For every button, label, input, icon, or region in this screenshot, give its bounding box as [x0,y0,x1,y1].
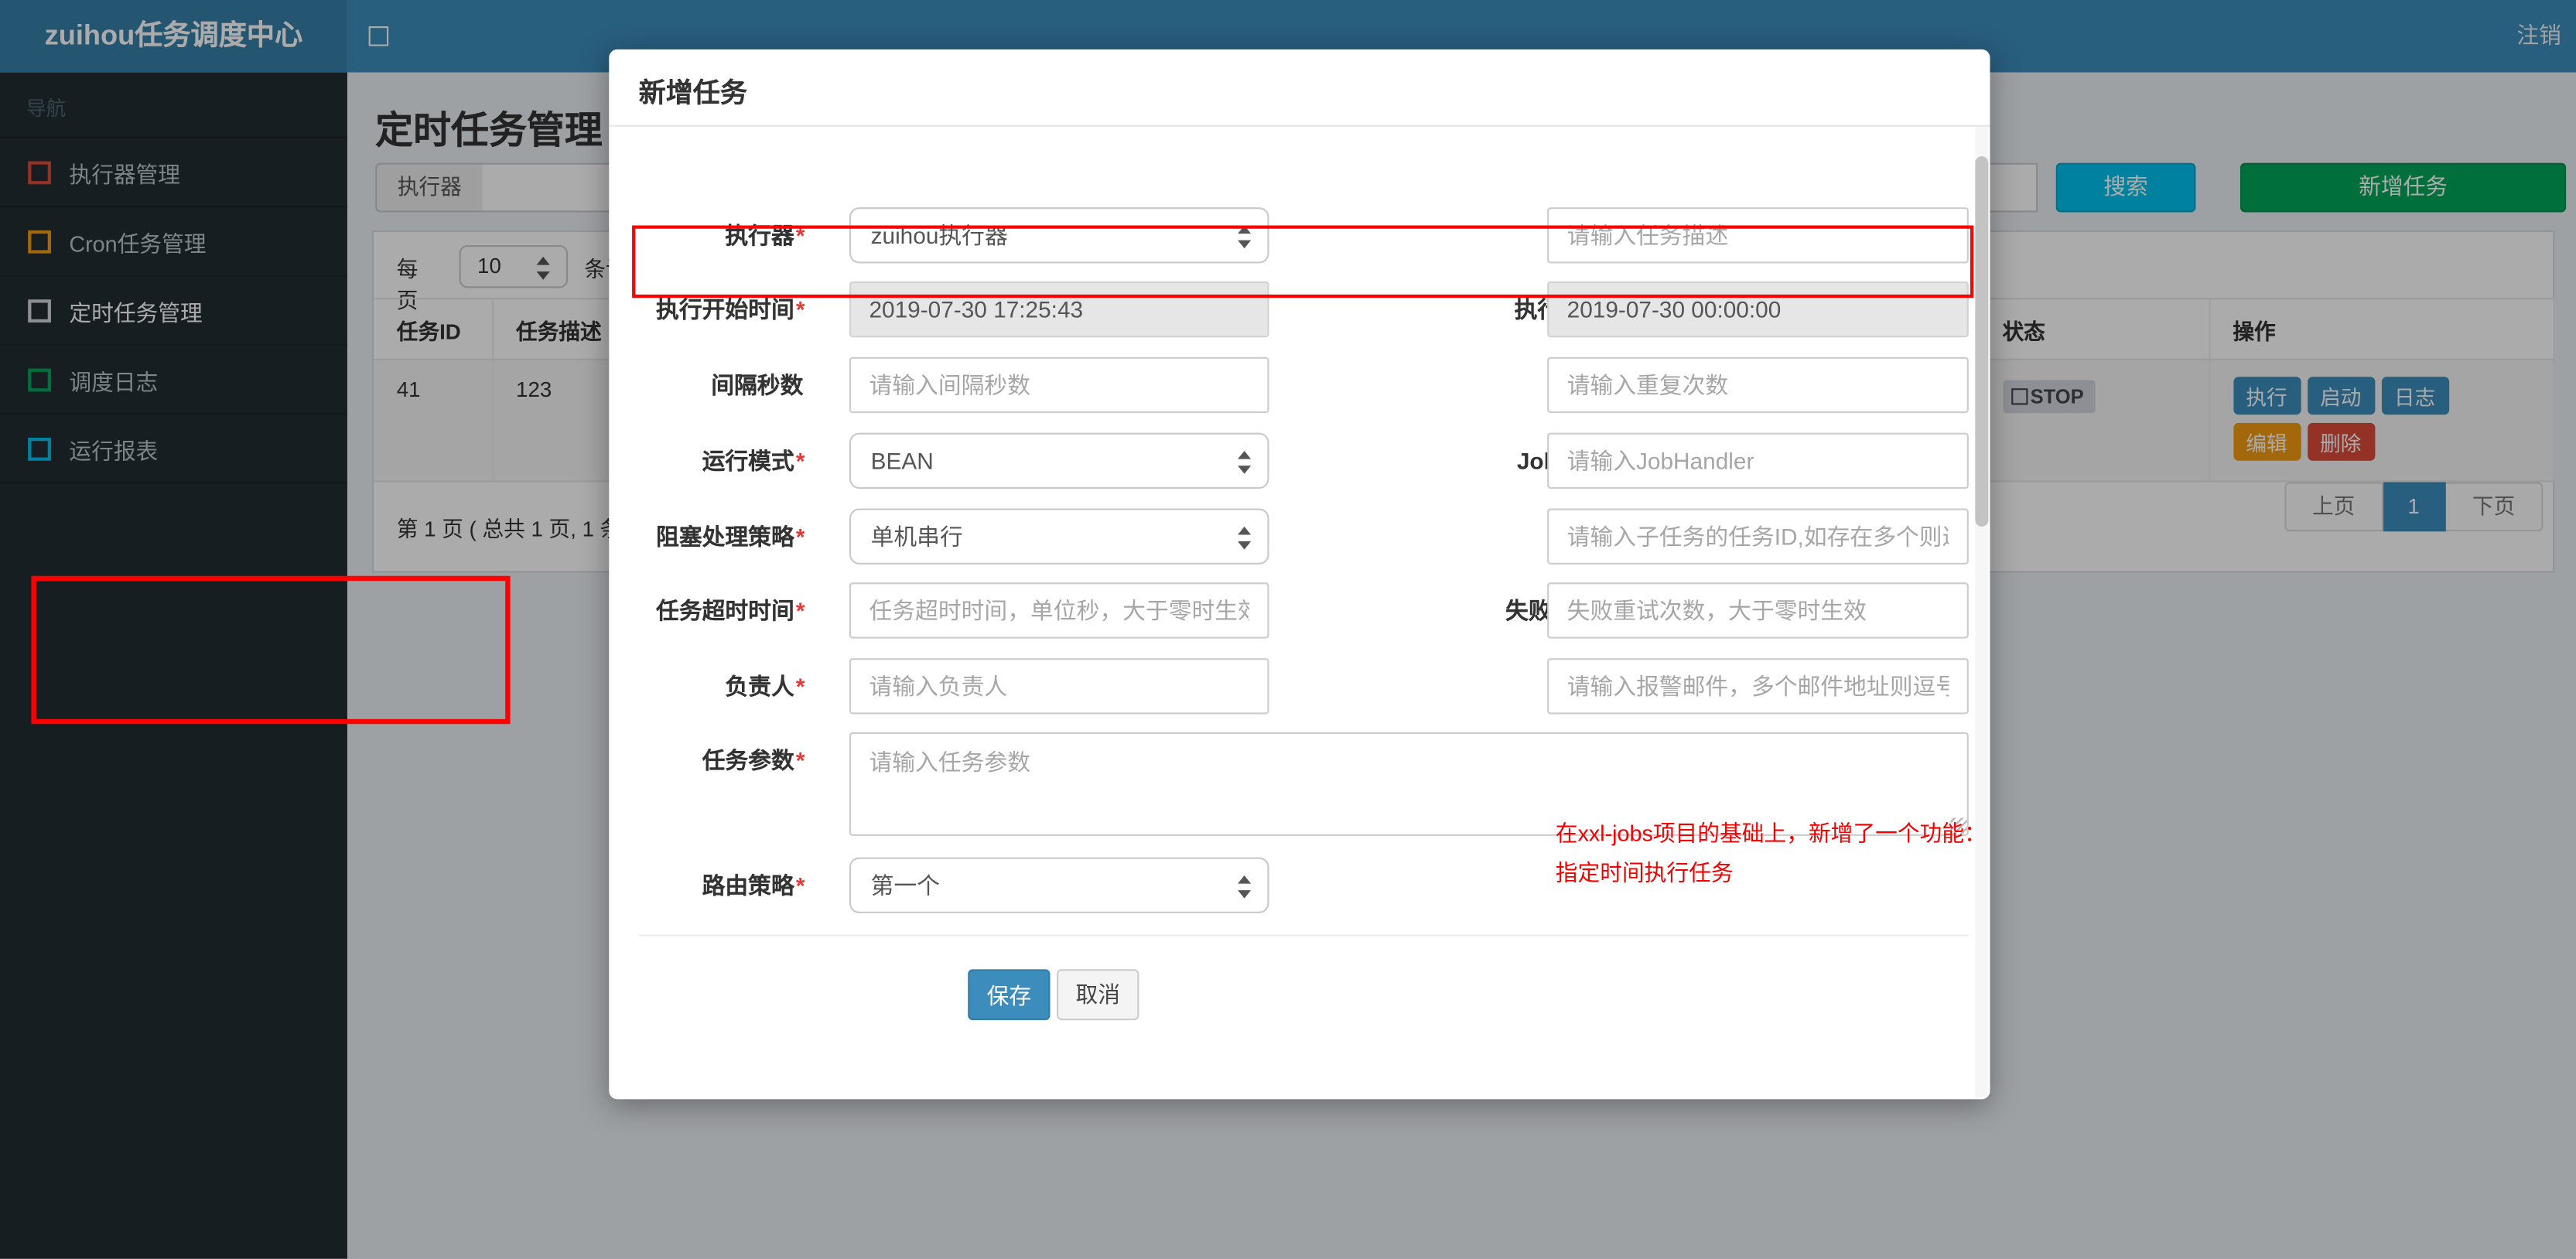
form-row-executor: 执行器* zuihou执行器 任务描述* [609,207,1990,264]
save-button[interactable]: 保存 [968,969,1051,1021]
end-time-field[interactable]: 2019-07-30 00:00:00 [1547,281,1969,338]
add-task-modal: 新增任务 执行器* zuihou执行器 任务描述* 执行开始时间* 2019-0… [609,49,1990,1100]
form-row-timeout: 任务超时时间* 失败重试次数* [609,582,1990,639]
modal-title: 新增任务 [638,79,748,109]
modal-footer-divider [638,934,1969,937]
task-desc-input[interactable] [1547,207,1969,264]
jobhandler-input[interactable] [1547,432,1969,489]
executor-label: 执行器 * [725,222,805,249]
child-task-input[interactable] [1547,508,1969,565]
interval-label: 间隔秒数 [711,371,804,398]
retry-count-input[interactable] [1547,582,1969,639]
select-caret-icon [1238,874,1252,900]
form-row-run-mode: 运行模式* BEAN JobHandler* [609,432,1990,489]
modal-scrollbar-thumb[interactable] [1975,156,1989,527]
form-row-route: 路由策略 * 第一个 在xxl-jobs项目的基础上，新增了一个功能： 指定时间执… [609,821,1990,913]
form-row-exec-time: 执行开始时间* 2019-07-30 17:25:43 执行结束时间 2019-… [609,281,1990,338]
alarm-email-input[interactable] [1547,658,1969,715]
form-row-interval: 间隔秒数 重复次数 [609,357,1990,414]
owner-label: 负责人 * [725,673,805,700]
app-viewport: zuihou任务调度中心 注销 导航 执行器管理 Cron任务管理 定时任务管理… [0,0,2576,1259]
timeout-label: 任务超时时间 * [656,597,805,624]
form-row-owner: 负责人* 报警邮件* [609,658,1990,715]
route-strategy-label: 路由策略 * [702,872,805,899]
modal-header: 新增任务 [609,49,1990,127]
route-strategy-select[interactable]: 第一个 [849,857,1269,913]
repeat-count-input[interactable] [1547,357,1969,414]
block-strategy-label: 阻塞处理策略 * [656,523,805,550]
run-mode-label: 运行模式 * [702,447,805,474]
task-param-label: 任务参数 * [702,747,805,774]
modal-scrollbar-track [1975,126,1989,1098]
start-time-label: 执行开始时间 * [656,296,805,323]
form-row-block-strategy: 阻塞处理策略* 单机串行 子任务ID* [609,508,1990,565]
cancel-button[interactable]: 取消 [1057,969,1139,1021]
feature-note: 在xxl-jobs项目的基础上，新增了一个功能： 指定时间执行任务 [1555,821,1987,885]
